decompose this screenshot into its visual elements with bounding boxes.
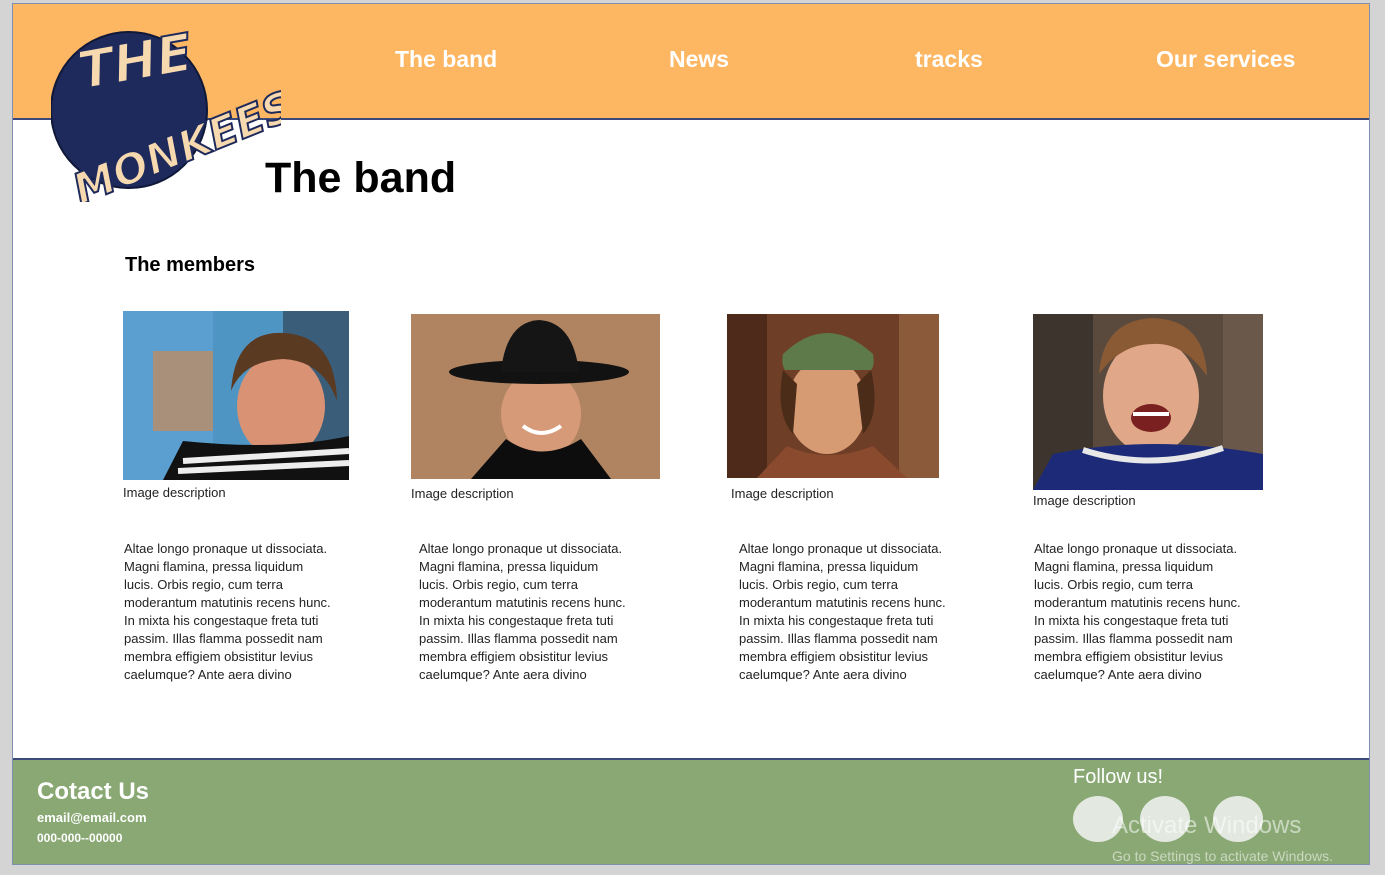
contact-email[interactable]: email@email.com bbox=[37, 810, 147, 825]
nav-our-services[interactable]: Our services bbox=[1156, 46, 1295, 73]
member-card bbox=[123, 311, 349, 480]
social-icon[interactable] bbox=[1213, 796, 1263, 842]
member-card bbox=[411, 314, 660, 479]
member-bio: Altae longo pronaque ut dissociata. Magn… bbox=[124, 541, 331, 682]
social-icon[interactable] bbox=[1140, 796, 1190, 842]
member-caption: Image description bbox=[123, 485, 226, 500]
nav-tracks[interactable]: tracks bbox=[915, 46, 983, 73]
member-caption: Image description bbox=[731, 486, 834, 501]
social-icon[interactable] bbox=[1073, 796, 1123, 842]
nav-the-band[interactable]: The band bbox=[395, 46, 497, 73]
browser-page: The band News tracks Our services THE MO… bbox=[12, 3, 1370, 865]
monkees-logo[interactable]: THE MONKEES bbox=[50, 22, 301, 215]
member-photo bbox=[727, 314, 939, 478]
member-card bbox=[1033, 314, 1263, 490]
follow-us-title: Follow us! bbox=[1073, 766, 1164, 788]
page-title: The band bbox=[265, 154, 457, 202]
section-heading: The members bbox=[125, 254, 256, 276]
member-bio: Altae longo pronaque ut dissociata. Magn… bbox=[419, 541, 626, 682]
member-bio: Altae longo pronaque ut dissociata. Magn… bbox=[1034, 541, 1241, 682]
member-photo bbox=[1033, 314, 1263, 490]
member-bio: Altae longo pronaque ut dissociata. Magn… bbox=[739, 541, 946, 682]
site-footer: Cotact Us email@email.com 000-000--00000… bbox=[13, 758, 1369, 864]
contact-title: Cotact Us bbox=[37, 778, 150, 805]
member-caption: Image description bbox=[1033, 493, 1136, 508]
nav-news[interactable]: News bbox=[669, 46, 729, 73]
member-card bbox=[727, 314, 939, 478]
contact-phone: 000-000--00000 bbox=[37, 831, 123, 845]
member-photo bbox=[411, 314, 660, 479]
member-photo bbox=[123, 311, 349, 480]
member-caption: Image description bbox=[411, 486, 514, 501]
